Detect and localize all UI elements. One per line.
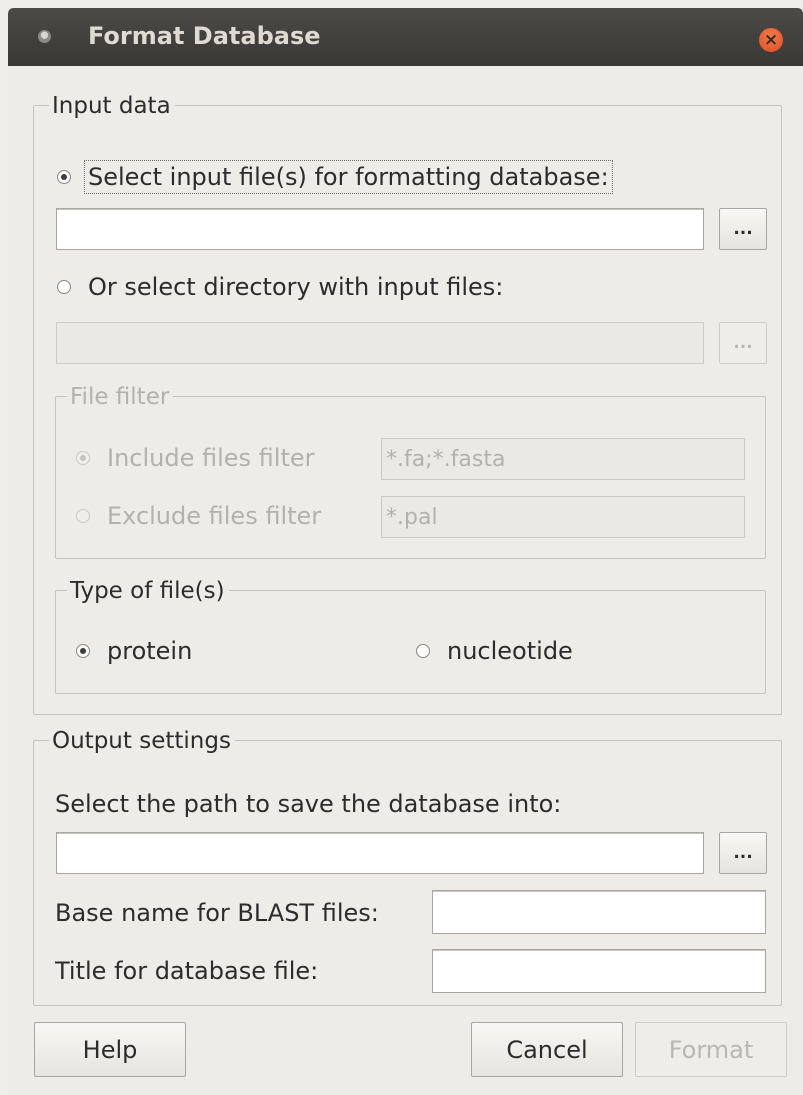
close-icon[interactable]: × [759,28,783,52]
nucleotide-radio[interactable] [416,644,430,658]
cancel-button[interactable]: Cancel [471,1022,623,1077]
browse-output-path-button[interactable]: ... [719,832,767,874]
browse-directory-button: ... [719,322,767,364]
format-database-dialog: Format Database × Input data Select inpu… [8,8,803,1095]
protein-option[interactable]: protein [76,636,192,666]
file-type-group: Type of file(s) protein nucleotide [55,576,766,694]
file-filter-group: File filter Include files filter Exclude… [55,382,766,559]
base-name-label: Base name for BLAST files: [55,899,379,927]
browse-input-files-button[interactable]: ... [719,208,767,250]
select-directory-radio[interactable] [57,280,71,294]
title-bar: Format Database × [8,8,803,66]
protein-radio[interactable] [76,644,90,658]
output-settings-group-title: Output settings [49,726,235,756]
include-filter-label: Include files filter [107,444,315,472]
input-data-group-title: Input data [49,91,175,121]
exclude-filter-radio [76,509,90,523]
input-data-group: Input data Select input file(s) for form… [33,91,782,715]
input-directory-field [56,322,704,364]
select-directory-option[interactable]: Or select directory with input files: [57,272,503,302]
select-directory-label[interactable]: Or select directory with input files: [88,272,503,302]
exclude-filter-label: Exclude files filter [107,502,322,530]
include-filter-radio [76,451,90,465]
nucleotide-label[interactable]: nucleotide [447,636,573,666]
select-files-option[interactable]: Select input file(s) for formatting data… [57,160,613,194]
nucleotide-option[interactable]: nucleotide [416,636,573,666]
output-path-field[interactable] [56,832,704,874]
exclude-filter-field [381,496,745,538]
db-title-field[interactable] [432,949,766,993]
window-title: Format Database [88,22,321,50]
file-type-group-title: Type of file(s) [67,576,229,606]
help-button[interactable]: Help [34,1022,186,1077]
base-name-field[interactable] [432,890,766,934]
format-button: Format [635,1022,787,1077]
select-files-label[interactable]: Select input file(s) for formatting data… [84,160,613,194]
output-settings-group: Output settings Select the path to save … [33,726,782,1006]
window-menu-icon[interactable] [38,30,51,43]
include-filter-option: Include files filter [76,443,315,473]
exclude-filter-option: Exclude files filter [76,501,321,531]
protein-label[interactable]: protein [107,636,192,666]
db-title-label: Title for database file: [55,957,319,985]
file-filter-group-title: File filter [67,382,174,412]
include-filter-field [381,438,745,480]
input-files-field[interactable] [56,208,704,250]
select-files-radio[interactable] [57,170,71,184]
output-path-label: Select the path to save the database int… [55,790,562,818]
